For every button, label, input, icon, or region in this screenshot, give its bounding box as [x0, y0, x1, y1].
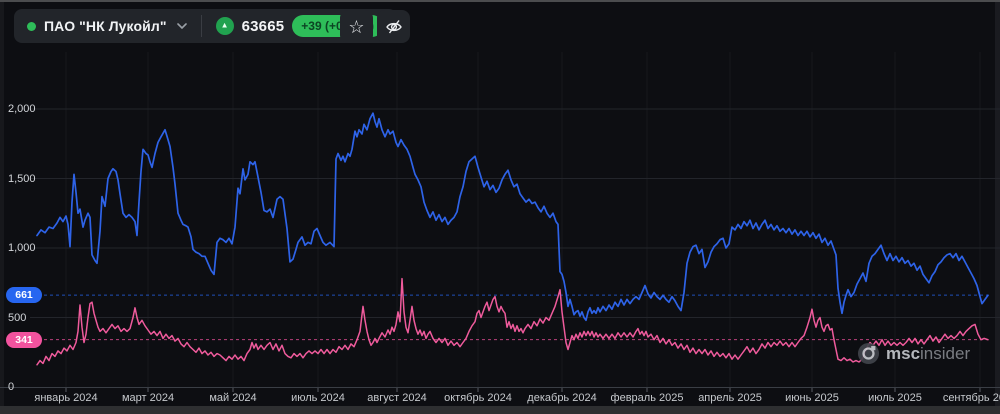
watermark: mscinsider — [857, 342, 970, 365]
eye-off-icon — [385, 19, 402, 33]
price-level-tag: 661 — [6, 287, 42, 304]
x-axis-label: декабрь 2024 — [527, 392, 597, 404]
x-axis-label: июль 2024 — [291, 392, 345, 404]
y-axis-label: 0 — [8, 381, 15, 393]
star-icon: ☆ — [348, 16, 365, 37]
y-axis-label: 500 — [8, 311, 27, 324]
x-axis-label: февраль 2025 — [610, 392, 684, 404]
chart-header: ПАО "НК Лукойл" ▲ 63665 +39 (+0.06%) ☆ — [0, 2, 1000, 50]
hide-button[interactable] — [377, 10, 410, 43]
watermark-text: mscinsider — [886, 343, 971, 363]
divider — [200, 15, 202, 37]
price-chart[interactable] — [0, 2, 1000, 414]
y-axis-label: 2,000 — [8, 103, 36, 115]
favorite-button[interactable]: ☆ — [340, 10, 373, 43]
x-axis-label: сентябрь 2025 — [942, 392, 1000, 404]
y-axis-label: 1,500 — [8, 172, 36, 185]
mscinsider-logo-icon — [857, 342, 880, 365]
x-axis-label: январь 2024 — [34, 392, 98, 404]
y-axis-label: 1,000 — [8, 242, 36, 254]
trend-up-icon: ▲ — [215, 17, 234, 35]
last-price: 63665 — [241, 17, 285, 35]
x-axis-label: июль 2025 — [868, 392, 922, 404]
x-axis-label: август 2024 — [367, 392, 427, 404]
trading-chart-window: 2,000 1,500 1,000 500 0 январь 2024 март 2024 м… — [0, 0, 1000, 414]
blue-line — [36, 112, 989, 322]
x-axis-label: март 2024 — [121, 392, 175, 404]
x-axis-label: октябрь 2024 — [444, 392, 512, 404]
instrument-name: ПАО "НК Лукойл" — [44, 18, 167, 34]
pink-line — [36, 277, 989, 366]
x-axis-label: июнь 2025 — [785, 392, 839, 404]
window-bottom-edge — [0, 406, 1000, 414]
x-axis-label: апрель 2025 — [698, 392, 762, 404]
chevron-down-icon — [176, 23, 187, 29]
x-axis-label: май 2024 — [209, 392, 257, 404]
price-level-tag: 341 — [6, 331, 42, 348]
status-dot-icon — [27, 21, 36, 31]
